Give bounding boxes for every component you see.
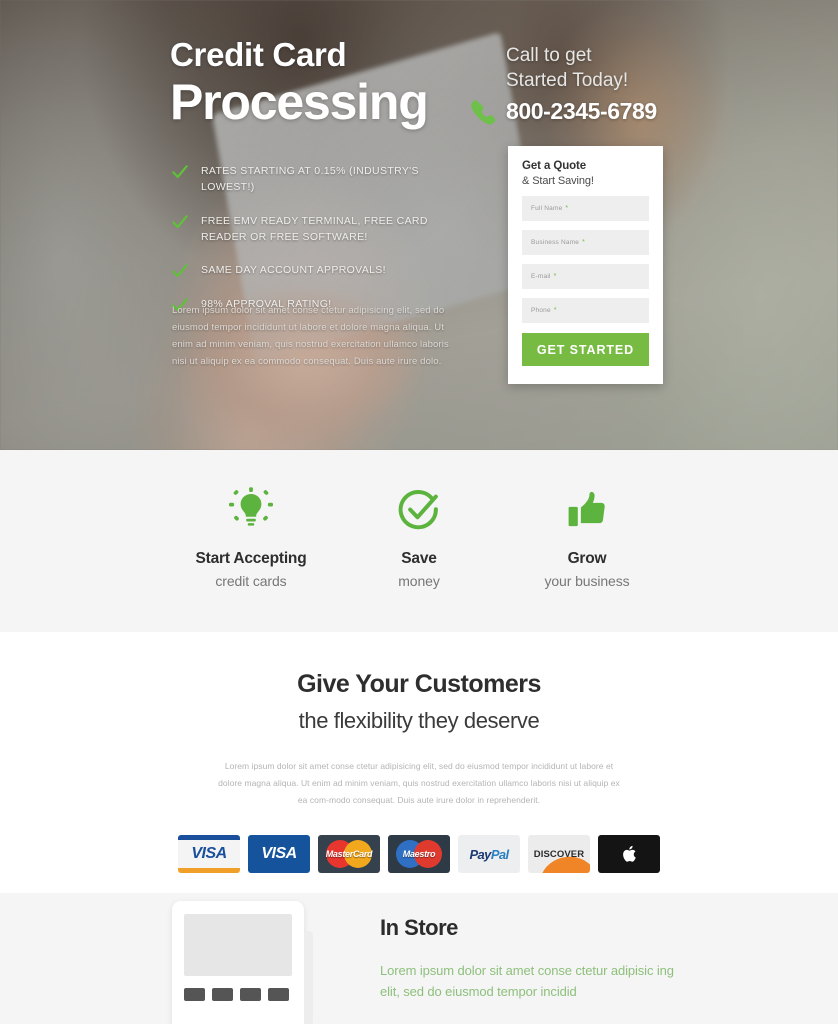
- terminal-key: [184, 988, 205, 1001]
- business-name-field[interactable]: Business Name *: [522, 230, 649, 255]
- hero-title-line1: Credit Card: [170, 36, 347, 73]
- terminal-key: [240, 988, 261, 1001]
- call-line-2: Started Today!: [506, 70, 629, 92]
- mastercard-logo: MasterCard: [318, 835, 380, 873]
- discover-logo-text: DISCOVER: [533, 848, 585, 860]
- customers-paragraph: Lorem ipsum dolor sit amet conse ctetur …: [218, 761, 620, 805]
- required-asterisk: *: [553, 273, 557, 280]
- quote-form: Get a Quote & Start Saving! Full Name * …: [508, 146, 663, 384]
- paypal-text-pal: Pal: [490, 846, 509, 862]
- terminal-keypad: [184, 988, 292, 1001]
- terminal-screen: [184, 914, 292, 976]
- check-icon: [172, 164, 188, 180]
- check-icon: [172, 263, 188, 279]
- terminal-key: [212, 988, 233, 1001]
- feature-title: Save: [401, 550, 437, 567]
- call-to-action-block: Call to get Started Today! 800-2345-6789: [471, 43, 706, 127]
- payment-logos: VISA VISA MasterCard Maestro PayPal DISC…: [0, 835, 838, 873]
- benefit-item: SAME DAY ACCOUNT APPROVALS!: [172, 262, 472, 279]
- instore-section: In Store Lorem ipsum dolor sit amet cons…: [0, 893, 838, 1024]
- apple-icon: [623, 845, 636, 862]
- paypal-text-pay: Pay: [469, 846, 491, 862]
- feature-subtitle: your business: [544, 573, 630, 589]
- instore-paragraph: Lorem ipsum dolor sit amet conse ctetur …: [380, 963, 674, 1000]
- call-line-1: Call to get: [506, 45, 592, 66]
- visa-bottom-bar: [178, 868, 240, 873]
- required-asterisk: *: [553, 307, 557, 314]
- hero-paragraph: Lorem ipsum dolor sit amet conse ctetur …: [172, 305, 449, 367]
- customers-subtitle: the flexibility they deserve: [298, 708, 540, 733]
- form-subtitle: & Start Saving!: [522, 175, 594, 187]
- get-started-button[interactable]: GET STARTED: [522, 333, 649, 366]
- discover-logo: DISCOVER: [528, 835, 590, 873]
- paypal-logo: PayPal: [458, 835, 520, 873]
- required-asterisk: *: [582, 239, 585, 246]
- feature-subtitle: credit cards: [215, 573, 287, 589]
- check-circle-icon: [335, 486, 503, 534]
- benefit-item: FREE EMV READY TERMINAL, FREE CARD READE…: [172, 213, 472, 246]
- card-terminal-icon: [172, 901, 313, 1024]
- landing-page: Credit Card Processing Call to get Start…: [0, 0, 838, 1024]
- phone-icon: [468, 97, 498, 127]
- feature-subtitle: money: [398, 573, 440, 589]
- benefit-item: RATES STARTING AT 0.15% (INDUSTRY'S LOWE…: [172, 163, 472, 196]
- visa-logo-text: VISA: [191, 845, 227, 862]
- visa-logo-text: VISA: [261, 845, 297, 862]
- full-name-label: Full Name: [531, 205, 563, 212]
- hero-heading: Credit Card Processing: [170, 36, 429, 130]
- customers-title: Give Your Customers: [297, 670, 541, 698]
- maestro-logo: Maestro: [388, 835, 450, 873]
- thumbs-up-icon: [503, 486, 671, 534]
- phone-label: Phone: [531, 307, 551, 314]
- instore-text-block: In Store Lorem ipsum dolor sit amet cons…: [380, 915, 680, 1002]
- hero-section: Credit Card Processing Call to get Start…: [0, 0, 838, 450]
- hero-title-line2: Processing: [170, 73, 429, 130]
- features-section: Start Accepting credit cards Save money …: [0, 450, 838, 632]
- customers-section: Give Your Customers the flexibility they…: [0, 632, 838, 893]
- apple-pay-logo: [598, 835, 660, 873]
- required-asterisk: *: [565, 205, 569, 212]
- terminal-side-edge: [306, 931, 313, 1024]
- visa-blue-logo: VISA: [248, 835, 310, 873]
- phone-number: 800-2345-6789: [506, 98, 657, 125]
- instore-title: In Store: [380, 915, 458, 940]
- feature-save: Save money: [335, 486, 503, 589]
- feature-start-accepting: Start Accepting credit cards: [167, 486, 335, 589]
- benefit-text: SAME DAY ACCOUNT APPROVALS!: [201, 264, 386, 277]
- visa-top-bar: [178, 835, 240, 840]
- feature-title: Grow: [567, 550, 607, 567]
- paypal-logo-text: PayPal: [469, 846, 509, 862]
- visa-light-logo: VISA: [178, 835, 240, 873]
- lightbulb-icon: [167, 486, 335, 534]
- mastercard-logo-text: MasterCard: [325, 849, 373, 859]
- email-field[interactable]: E-mail *: [522, 264, 649, 289]
- form-title: Get a Quote: [522, 160, 587, 172]
- feature-title: Start Accepting: [195, 550, 307, 567]
- full-name-field[interactable]: Full Name *: [522, 196, 649, 221]
- check-icon: [172, 214, 188, 230]
- phone-field[interactable]: Phone *: [522, 298, 649, 323]
- benefit-text: FREE EMV READY TERMINAL, FREE CARD READE…: [201, 214, 428, 243]
- terminal-body: [172, 901, 304, 1024]
- benefit-text: RATES STARTING AT 0.15% (INDUSTRY'S LOWE…: [201, 165, 419, 194]
- benefits-list: RATES STARTING AT 0.15% (INDUSTRY'S LOWE…: [172, 163, 472, 313]
- terminal-key: [268, 988, 289, 1001]
- phone-row[interactable]: 800-2345-6789: [468, 97, 706, 127]
- business-name-label: Business Name: [531, 239, 580, 246]
- feature-grow: Grow your business: [503, 486, 671, 589]
- maestro-logo-text: Maestro: [402, 849, 436, 859]
- email-label: E-mail: [531, 273, 551, 280]
